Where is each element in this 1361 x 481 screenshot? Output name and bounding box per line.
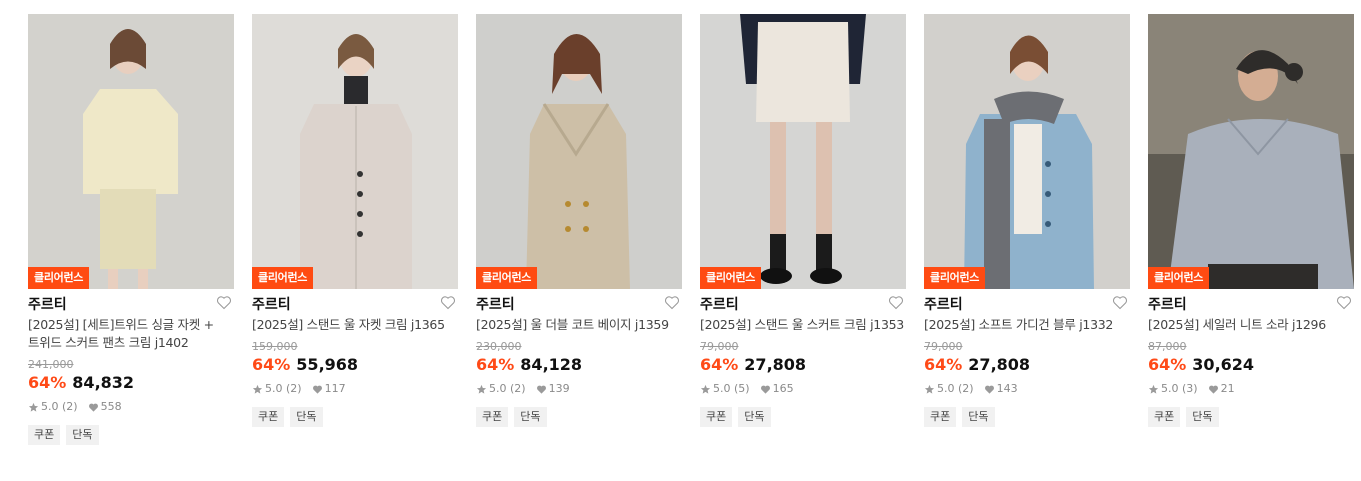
sale-price: 27,808 (968, 355, 1031, 374)
coupon-tag: 쿠폰 (924, 407, 957, 427)
product-image[interactable]: 클리어런스 (924, 14, 1130, 289)
clearance-badge: 클리어런스 (1148, 267, 1210, 289)
coupon-tag: 쿠폰 (28, 425, 61, 445)
discount-rate: 64% (924, 355, 963, 374)
heart-icon[interactable] (664, 295, 680, 310)
clearance-badge: 클리어런스 (924, 267, 986, 289)
product-title[interactable]: [2025설] 스탠드 울 자켓 크림 j1365 (252, 316, 458, 334)
star-icon (476, 384, 487, 394)
sale-price: 30,624 (1192, 355, 1255, 374)
sale-price: 55,968 (296, 355, 359, 374)
product-photo (252, 14, 458, 289)
original-price: 241,000 (28, 358, 74, 371)
heart-icon[interactable] (888, 295, 904, 310)
star-icon (28, 402, 39, 412)
product-image[interactable]: 클리어런스 (1148, 14, 1354, 289)
rating: 5.0 (2) (937, 382, 974, 395)
rating: 5.0 (5) (713, 382, 750, 395)
star-icon (252, 384, 263, 394)
product-image[interactable]: 클리어런스 (28, 14, 234, 289)
like-count: 165 (772, 382, 794, 395)
exclusive-tag: 단독 (290, 407, 323, 427)
like-count-icon (760, 385, 770, 394)
heart-icon[interactable] (1112, 295, 1128, 310)
like-count-icon (984, 385, 994, 394)
like-count-icon (1208, 385, 1218, 394)
star-icon (1148, 384, 1159, 394)
brand-name[interactable]: 주르티 (924, 294, 963, 314)
product-image[interactable]: 클리어런스 (476, 14, 682, 289)
original-price: 79,000 (924, 340, 963, 353)
star-icon (700, 384, 711, 394)
product-card[interactable]: 클리어런스 주르티 [2025설] 울 더블 코트 베이지 j1359 230,… (476, 14, 682, 427)
product-title[interactable]: [2025설] [세트]트위드 싱글 자켓 + 트위드 스커트 팬츠 크림 j1… (28, 316, 234, 352)
original-price: 79,000 (700, 340, 739, 353)
coupon-tag: 쿠폰 (1148, 407, 1181, 427)
like-count-icon (312, 385, 322, 394)
clearance-badge: 클리어런스 (28, 267, 90, 289)
product-image[interactable]: 클리어런스 (700, 14, 906, 289)
star-icon (924, 384, 935, 394)
discount-rate: 64% (476, 355, 515, 374)
product-photo (476, 14, 682, 289)
product-title[interactable]: [2025설] 울 더블 코트 베이지 j1359 (476, 316, 682, 334)
coupon-tag: 쿠폰 (476, 407, 509, 427)
rating: 5.0 (2) (489, 382, 526, 395)
sale-price: 84,832 (72, 373, 135, 392)
brand-name[interactable]: 주르티 (252, 294, 291, 314)
rating: 5.0 (3) (1161, 382, 1198, 395)
original-price: 87,000 (1148, 340, 1187, 353)
like-count: 139 (548, 382, 570, 395)
clearance-badge: 클리어런스 (252, 267, 314, 289)
product-photo (924, 14, 1130, 289)
brand-name[interactable]: 주르티 (28, 294, 67, 314)
coupon-tag: 쿠폰 (252, 407, 285, 427)
like-count-icon (536, 385, 546, 394)
sale-price: 84,128 (520, 355, 583, 374)
brand-name[interactable]: 주르티 (476, 294, 515, 314)
original-price: 159,000 (252, 340, 298, 353)
product-card[interactable]: 클리어런스 주르티 [2025설] 스탠드 울 자켓 크림 j1365 159,… (252, 14, 458, 427)
product-grid: 클리어런스 주르티 [2025설] [세트]트위드 싱글 자켓 + 트위드 스커… (0, 0, 1361, 481)
rating: 5.0 (2) (265, 382, 302, 395)
product-photo (1148, 14, 1354, 289)
product-photo (700, 14, 906, 289)
like-count: 117 (324, 382, 346, 395)
exclusive-tag: 단독 (962, 407, 995, 427)
clearance-badge: 클리어런스 (476, 267, 538, 289)
product-title[interactable]: [2025설] 세일러 니트 소라 j1296 (1148, 316, 1354, 334)
discount-rate: 64% (700, 355, 739, 374)
product-card[interactable]: 클리어런스 주르티 [2025설] [세트]트위드 싱글 자켓 + 트위드 스커… (28, 14, 234, 445)
like-count: 21 (1220, 382, 1235, 395)
coupon-tag: 쿠폰 (700, 407, 733, 427)
exclusive-tag: 단독 (66, 425, 99, 445)
discount-rate: 64% (1148, 355, 1187, 374)
clearance-badge: 클리어런스 (700, 267, 762, 289)
discount-rate: 64% (252, 355, 291, 374)
product-title[interactable]: [2025설] 스탠드 울 스커트 크림 j1353 (700, 316, 906, 334)
product-card[interactable]: 클리어런스 주르티 [2025설] 소프트 가디건 블루 j1332 79,00… (924, 14, 1130, 427)
brand-name[interactable]: 주르티 (700, 294, 739, 314)
heart-icon[interactable] (440, 295, 456, 310)
original-price: 230,000 (476, 340, 522, 353)
product-card[interactable]: 클리어런스 주르티 [2025설] 스탠드 울 스커트 크림 j1353 79,… (700, 14, 906, 427)
like-count-icon (88, 403, 98, 412)
product-card[interactable]: 클리어런스 주르티 [2025설] 세일러 니트 소라 j1296 87,000… (1148, 14, 1354, 427)
product-photo (28, 14, 234, 289)
heart-icon[interactable] (1336, 295, 1352, 310)
product-title[interactable]: [2025설] 소프트 가디건 블루 j1332 (924, 316, 1130, 334)
discount-rate: 64% (28, 373, 67, 392)
like-count: 558 (100, 400, 122, 413)
exclusive-tag: 단독 (514, 407, 547, 427)
sale-price: 27,808 (744, 355, 807, 374)
product-image[interactable]: 클리어런스 (252, 14, 458, 289)
exclusive-tag: 단독 (1186, 407, 1219, 427)
like-count: 143 (996, 382, 1018, 395)
heart-icon[interactable] (216, 295, 232, 310)
rating: 5.0 (2) (41, 400, 78, 413)
brand-name[interactable]: 주르티 (1148, 294, 1187, 314)
exclusive-tag: 단독 (738, 407, 771, 427)
